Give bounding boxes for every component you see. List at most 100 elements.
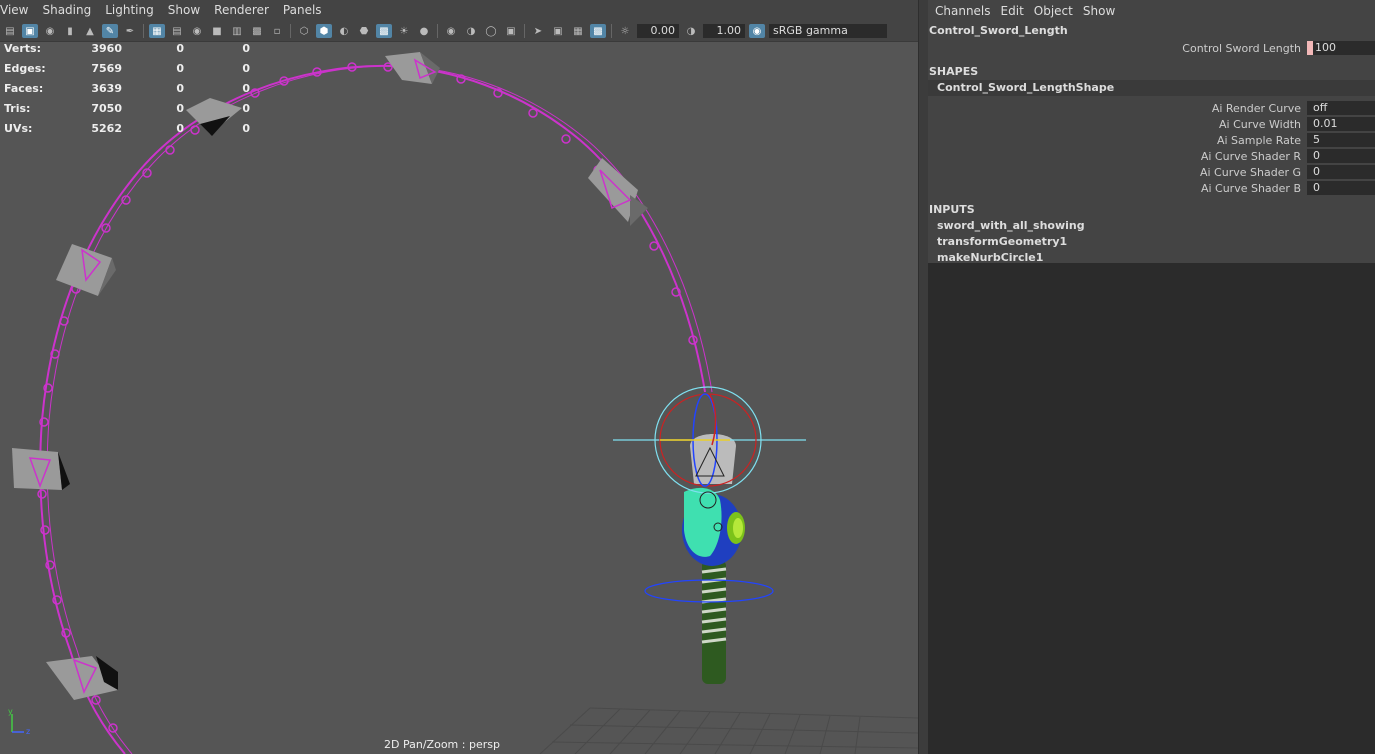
grid-icon[interactable]: ▦	[149, 24, 165, 38]
poly-count-hud: Verts: 3960 0 0 Edges: 7569 0 0 Faces: 3…	[4, 43, 250, 143]
anti-aliasing-icon[interactable]: ◯	[483, 24, 499, 38]
color-management-icon[interactable]: ◉	[749, 24, 765, 38]
attr-label: Ai Curve Shader B	[1200, 181, 1301, 195]
shadows-icon[interactable]: ●	[416, 24, 432, 38]
gate-mask-icon[interactable]: ■	[209, 24, 225, 38]
textured-icon[interactable]: ▩	[376, 24, 392, 38]
attr-label: Control Sword Length	[1182, 41, 1301, 55]
hud-value: 0	[176, 62, 184, 75]
menu-shading[interactable]: Shading	[35, 0, 98, 21]
menu-channels[interactable]: Channels	[930, 4, 996, 18]
hud-label: Tris:	[4, 102, 31, 115]
channel-box-empty-area	[928, 263, 1375, 754]
attr-value-field[interactable]: 0	[1307, 181, 1375, 195]
attr-ai-curve-shader-g[interactable]: Ai Curve Shader G 0	[928, 164, 1375, 180]
exposure-field[interactable]: 0.00	[637, 24, 679, 38]
xray-joints-icon[interactable]: ▦	[570, 24, 586, 38]
field-chart-icon[interactable]: ▥	[229, 24, 245, 38]
hud-row-tris: Tris: 7050 0 0	[4, 103, 250, 123]
channel-box: Channels Edit Object Show Control_Sword_…	[928, 0, 1375, 754]
menu-view[interactable]: View	[0, 0, 35, 21]
attr-label: Ai Render Curve	[1211, 101, 1301, 115]
hud-row-uvs: UVs: 5262 0 0	[4, 123, 250, 143]
hud-label: Faces:	[4, 82, 44, 95]
shape-node[interactable]: Control_Sword_LengthShape	[928, 80, 1375, 96]
camera-icon[interactable]: ▤	[2, 24, 18, 38]
isolate-select-icon[interactable]: ➤	[530, 24, 546, 38]
blade-segment[interactable]	[588, 158, 648, 226]
hud-row-edges: Edges: 7569 0 0	[4, 63, 250, 83]
hud-label: Edges:	[4, 62, 46, 75]
default-material-icon[interactable]: ◐	[336, 24, 352, 38]
exposure-icon[interactable]: ☼	[617, 24, 633, 38]
toolbar-separator	[611, 24, 612, 38]
wireframe-on-shaded-icon[interactable]: ⬣	[356, 24, 372, 38]
grease-pencil-icon[interactable]: ✎	[102, 24, 118, 38]
menu-panels[interactable]: Panels	[276, 0, 329, 21]
depth-of-field-icon[interactable]: ▣	[503, 24, 519, 38]
axis-gizmo: y z	[8, 707, 30, 736]
blade-segment[interactable]	[56, 244, 116, 296]
attr-ai-curve-shader-b[interactable]: Ai Curve Shader B 0	[928, 180, 1375, 196]
attr-ai-curve-shader-r[interactable]: Ai Curve Shader R 0	[928, 148, 1375, 164]
blade-segment[interactable]	[385, 52, 440, 84]
menu-edit[interactable]: Edit	[996, 4, 1029, 18]
curve-cvs[interactable]	[37, 62, 698, 733]
blade-segments[interactable]	[12, 52, 648, 700]
attr-control-sword-length[interactable]: Control Sword Length 100	[928, 40, 1375, 56]
attr-label: Ai Curve Shader R	[1200, 149, 1301, 163]
camera-attributes-icon[interactable]: ◉	[42, 24, 58, 38]
attr-value-field[interactable]: 0.01	[1307, 117, 1375, 131]
menu-show[interactable]: Show	[161, 0, 207, 21]
node-name[interactable]: Control_Sword_Length	[928, 22, 1375, 40]
hud-value: 3639	[91, 82, 122, 95]
color-space-field[interactable]: sRGB gamma	[769, 24, 887, 38]
input-node[interactable]: sword_with_all_showing	[928, 218, 1375, 234]
xray-icon[interactable]: ▣	[550, 24, 566, 38]
toolbar-separator	[437, 24, 438, 38]
attr-value-field[interactable]: 100	[1307, 41, 1375, 55]
menu-lighting[interactable]: Lighting	[98, 0, 161, 21]
safe-action-icon[interactable]: ▩	[249, 24, 265, 38]
motion-blur-icon[interactable]: ◑	[463, 24, 479, 38]
menu-show[interactable]: Show	[1078, 4, 1120, 18]
bookmark-icon[interactable]: ▮	[62, 24, 78, 38]
input-node[interactable]: transformGeometry1	[928, 234, 1375, 250]
hud-value: 0	[242, 82, 250, 95]
attr-value-field[interactable]: 5	[1307, 133, 1375, 147]
attr-value-field[interactable]: 0	[1307, 165, 1375, 179]
gamma-field[interactable]: 1.00	[703, 24, 745, 38]
xray-active-icon[interactable]: ▩	[590, 24, 606, 38]
lights-icon[interactable]: ☀	[396, 24, 412, 38]
inputs-header: INPUTS	[929, 203, 975, 216]
hud-value: 0	[242, 122, 250, 135]
menu-object[interactable]: Object	[1029, 4, 1078, 18]
smooth-shade-icon[interactable]: ⬢	[316, 24, 332, 38]
safe-title-icon[interactable]: ▫	[269, 24, 285, 38]
attr-value-field[interactable]: 0	[1307, 149, 1375, 163]
hud-value: 7050	[91, 102, 122, 115]
blade-segment[interactable]	[12, 448, 70, 490]
attr-ai-curve-width[interactable]: Ai Curve Width 0.01	[928, 116, 1375, 132]
attr-label: Ai Curve Shader G	[1199, 165, 1301, 179]
wireframe-icon[interactable]: ⬡	[296, 24, 312, 38]
hud-value: 0	[176, 82, 184, 95]
select-camera-icon[interactable]: ▣	[22, 24, 38, 38]
hud-row-faces: Faces: 3639 0 0	[4, 83, 250, 103]
axis-z-label: z	[26, 727, 30, 736]
ambient-occlusion-icon[interactable]: ◉	[443, 24, 459, 38]
image-plane-icon[interactable]: ▲	[82, 24, 98, 38]
film-gate-icon[interactable]: ▤	[169, 24, 185, 38]
menu-renderer[interactable]: Renderer	[207, 0, 276, 21]
resolution-gate-icon[interactable]: ◉	[189, 24, 205, 38]
hud-value: 3960	[91, 42, 122, 55]
attr-ai-render-curve[interactable]: Ai Render Curve off	[928, 100, 1375, 116]
axis-y-label: y	[8, 707, 13, 716]
pen-icon[interactable]: ✒	[122, 24, 138, 38]
hud-label: UVs:	[4, 122, 33, 135]
gamma-icon[interactable]: ◑	[683, 24, 699, 38]
attr-ai-sample-rate[interactable]: Ai Sample Rate 5	[928, 132, 1375, 148]
viewport-panel[interactable]: View Shading Lighting Show Renderer Pane…	[0, 0, 918, 754]
blade-segment[interactable]	[46, 656, 118, 700]
attr-value-field[interactable]: off	[1307, 101, 1375, 115]
